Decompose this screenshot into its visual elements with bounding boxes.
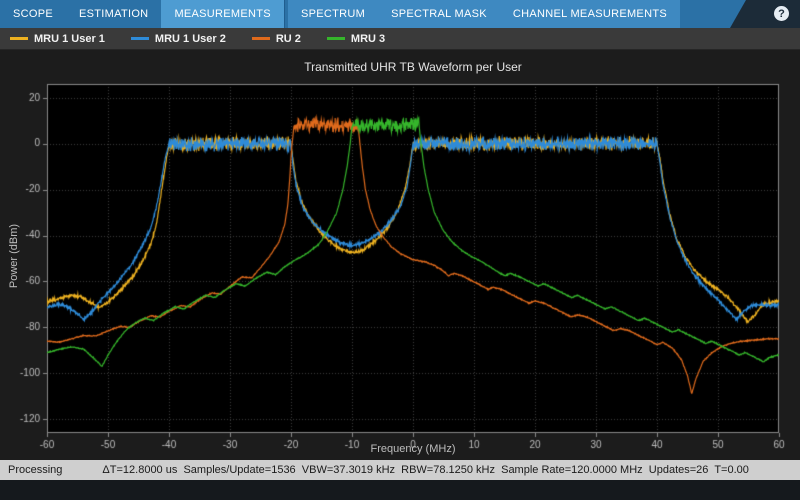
legend-bar: MRU 1 User 1 MRU 1 User 2 RU 2 MRU 3 xyxy=(0,28,800,50)
status-bar: Processing ΔT=12.8000 us Samples/Update=… xyxy=(0,460,800,480)
legend-label: MRU 3 xyxy=(351,33,385,45)
tab-spectrum[interactable]: SPECTRUM xyxy=(288,0,378,28)
legend-label: MRU 1 User 1 xyxy=(34,33,105,45)
tab-measurements[interactable]: MEASUREMENTS xyxy=(161,0,284,28)
legend-item-ru2[interactable]: RU 2 xyxy=(252,33,301,45)
status-state: Processing xyxy=(8,460,62,480)
legend-swatch-yellow xyxy=(10,37,28,40)
spectrum-plot[interactable] xyxy=(0,50,800,460)
legend-label: RU 2 xyxy=(276,33,301,45)
y-axis-label: Power (dBm) xyxy=(8,206,20,306)
legend-swatch-green xyxy=(327,37,345,40)
tab-scope[interactable]: SCOPE xyxy=(0,0,66,28)
x-axis-label: Frequency (MHz) xyxy=(47,443,779,455)
toolbar-tabstrip: SCOPE ESTIMATION MEASUREMENTS SPECTRUM S… xyxy=(0,0,800,28)
legend-item-mru1-user1[interactable]: MRU 1 User 1 xyxy=(10,33,105,45)
legend-swatch-orange xyxy=(252,37,270,40)
tab-spectral-mask[interactable]: SPECTRAL MASK xyxy=(378,0,500,28)
window-bottom-strip xyxy=(0,480,800,500)
status-metrics: ΔT=12.8000 us Samples/Update=1536 VBW=37… xyxy=(102,460,748,480)
plot-title: Transmitted UHR TB Waveform per User xyxy=(47,60,779,74)
plot-panel: Transmitted UHR TB Waveform per User Fre… xyxy=(0,50,800,460)
help-button[interactable]: ? xyxy=(774,6,789,21)
legend-item-mru1-user2[interactable]: MRU 1 User 2 xyxy=(131,33,226,45)
legend-label: MRU 1 User 2 xyxy=(155,33,226,45)
tab-channel-measurements[interactable]: CHANNEL MEASUREMENTS xyxy=(500,0,680,28)
legend-item-mru3[interactable]: MRU 3 xyxy=(327,33,385,45)
tab-estimation[interactable]: ESTIMATION xyxy=(66,0,161,28)
toolbar-help-area: ? xyxy=(730,0,800,28)
legend-swatch-blue xyxy=(131,37,149,40)
